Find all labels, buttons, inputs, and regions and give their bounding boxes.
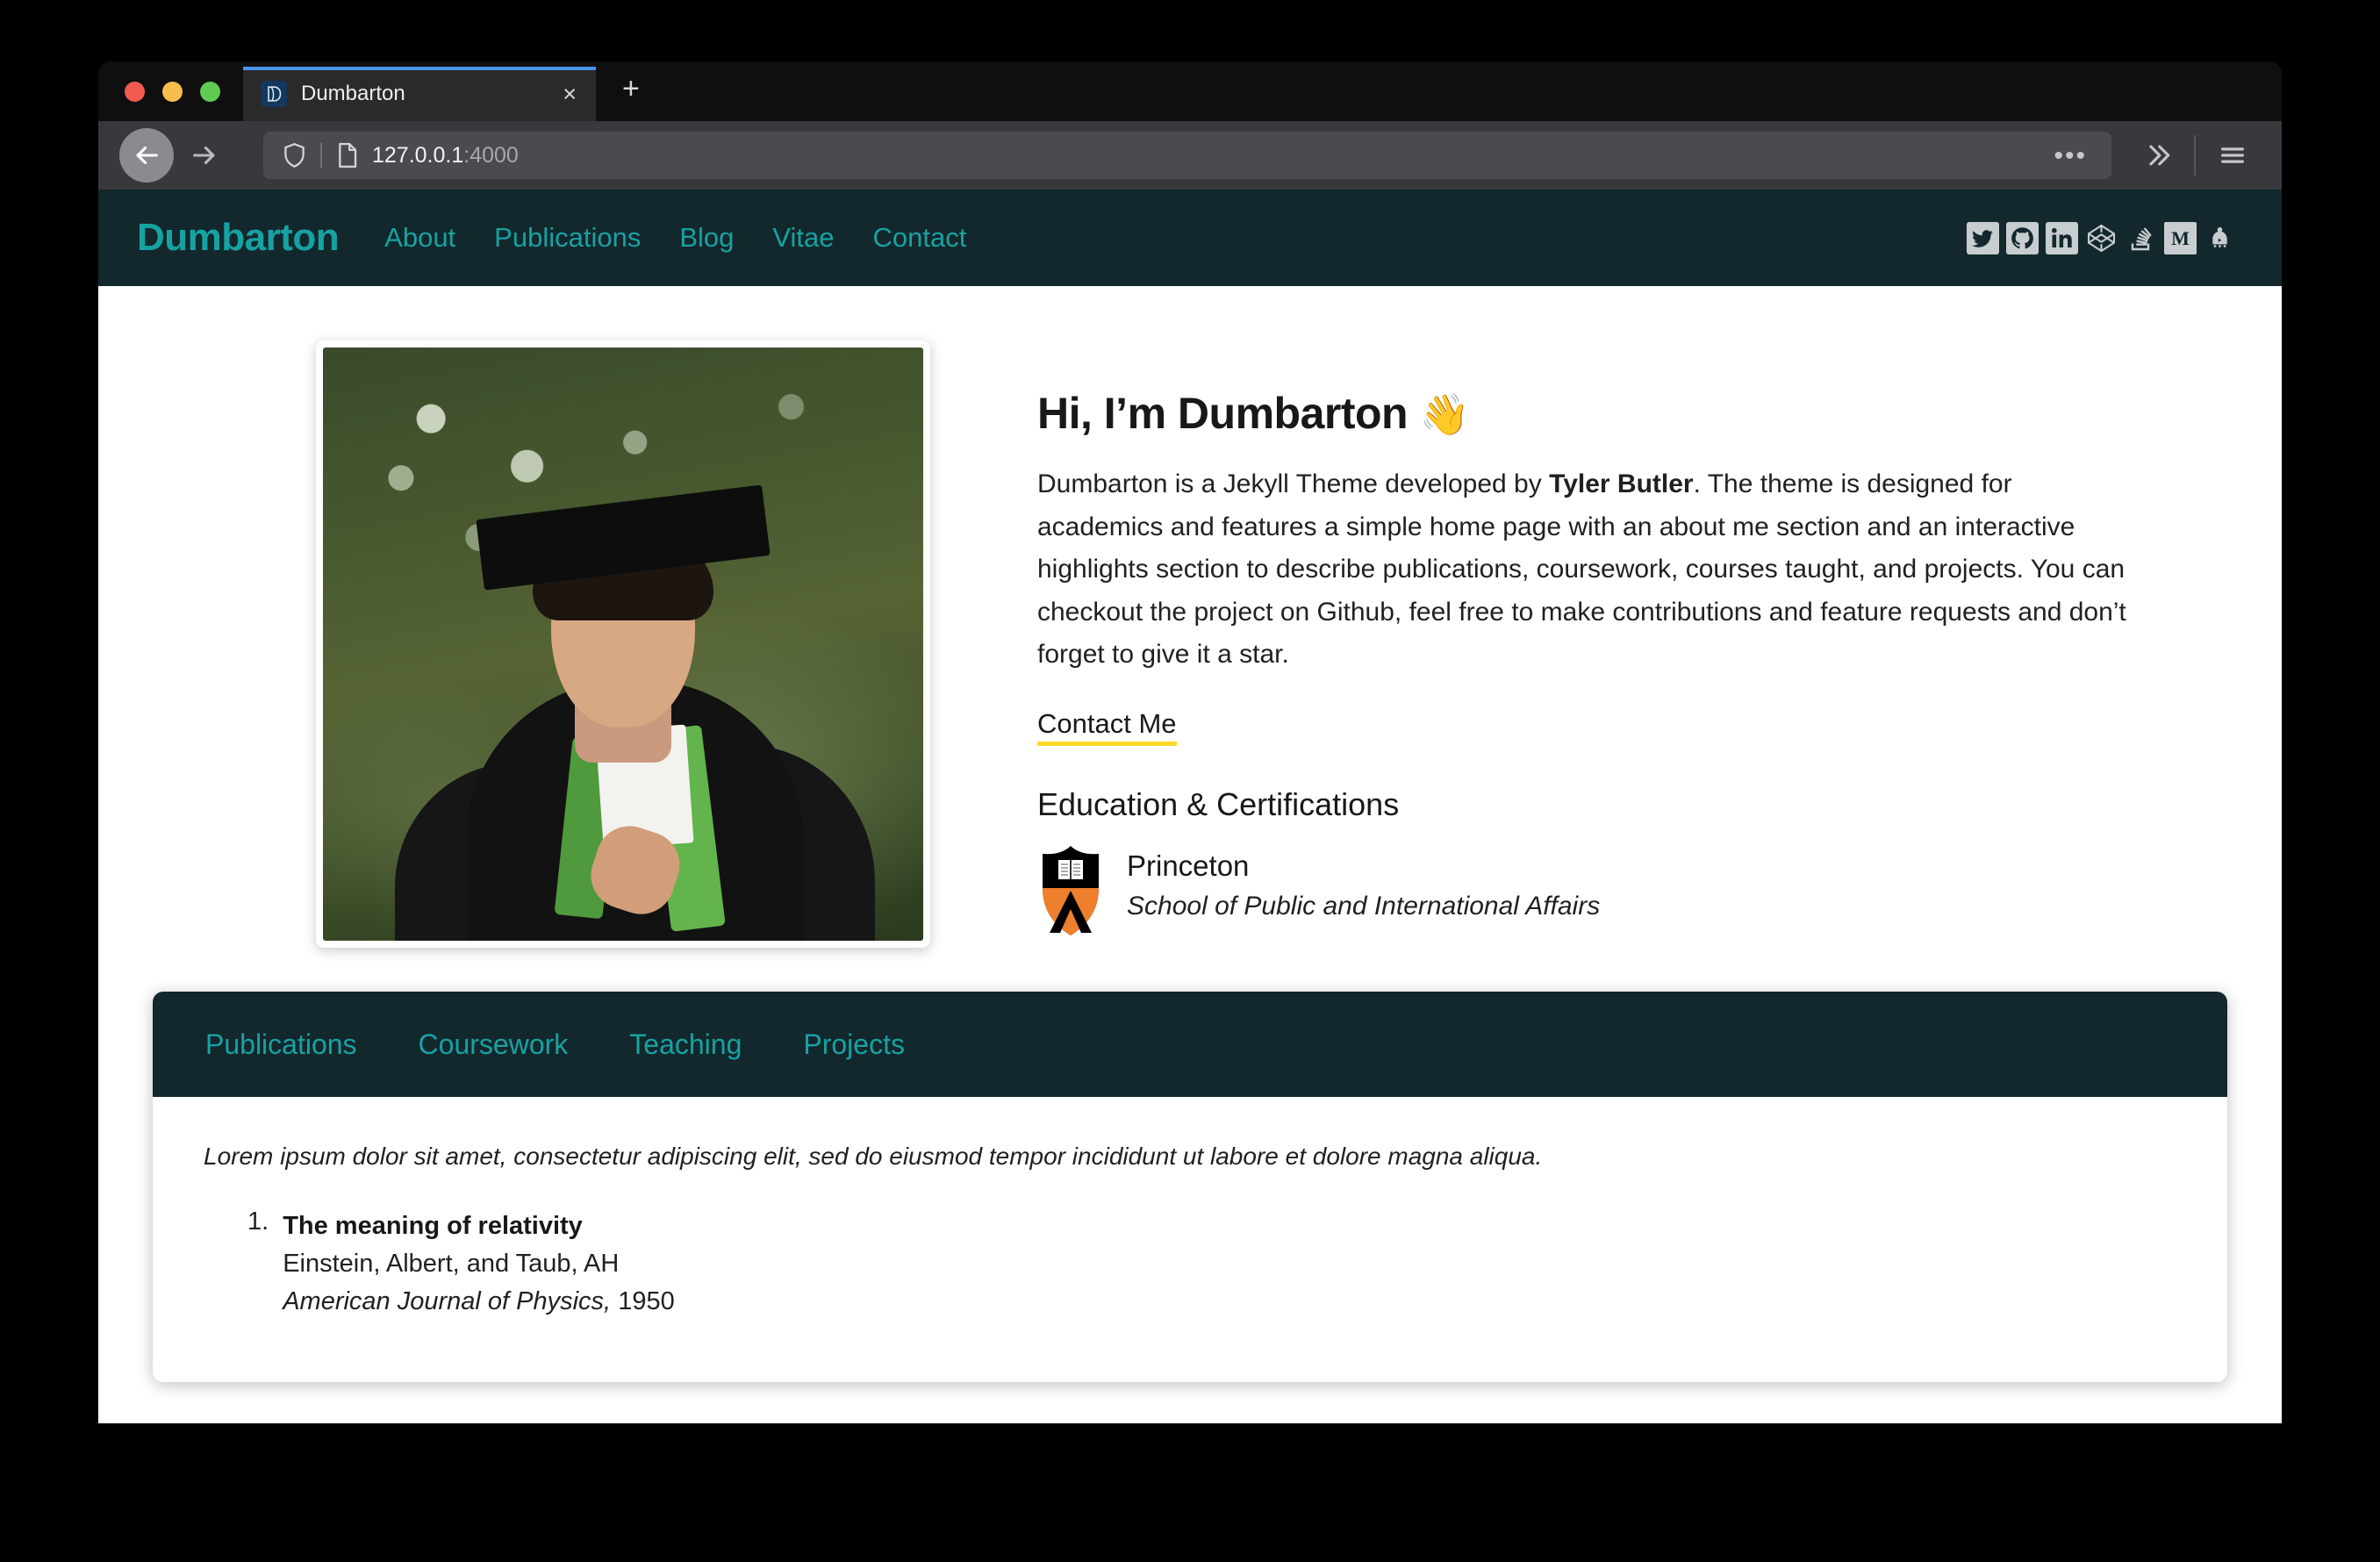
- hero-title-text: Hi, I’m Dumbarton: [1037, 389, 1409, 438]
- forward-arrow-icon[interactable]: [177, 128, 232, 183]
- linkedin-icon[interactable]: [2046, 221, 2078, 254]
- extensions-overflow-icon[interactable]: [2131, 129, 2183, 182]
- author-name: Tyler Butler: [1549, 469, 1694, 498]
- medium-icon[interactable]: M: [2164, 221, 2197, 254]
- new-tab-button[interactable]: +: [596, 74, 659, 121]
- profile-photo-frame: [316, 340, 930, 948]
- nav-link-publications[interactable]: Publications: [494, 222, 641, 254]
- toolbar-divider: [2194, 135, 2196, 176]
- nav-link-vitae[interactable]: Vitae: [772, 222, 834, 254]
- browser-tab-strip: Dumbarton × +: [98, 61, 2282, 121]
- page-info-icon[interactable]: [336, 142, 358, 168]
- github-icon[interactable]: [2006, 221, 2039, 254]
- twitter-icon[interactable]: [1967, 221, 1999, 254]
- contact-me-link[interactable]: Contact Me: [1037, 708, 1177, 746]
- hero-text: Hi, I’m Dumbarton 👋 Dumbarton is a Jekyl…: [930, 340, 2141, 939]
- tab-title: Dumbarton: [301, 82, 405, 105]
- publication-title: The meaning of relativity: [283, 1212, 583, 1240]
- education-heading: Education & Certifications: [1037, 785, 1400, 822]
- site-nav: About Publications Blog Vitae Contact: [384, 222, 966, 254]
- highlights-tab-bar: Publications Coursework Teaching Project…: [153, 992, 2227, 1097]
- url-port: :4000: [463, 142, 519, 168]
- publication-year: 1950: [618, 1286, 675, 1315]
- tracking-protection-shield-icon[interactable]: [283, 142, 306, 168]
- browser-tab[interactable]: Dumbarton ×: [243, 67, 596, 121]
- publication-venue: American Journal of Physics, 1950: [283, 1287, 675, 1315]
- site-header: Dumbarton About Publications Blog Vitae …: [98, 190, 2282, 286]
- codepen-icon[interactable]: [2085, 222, 2118, 254]
- social-links: M: [1967, 221, 2236, 254]
- window-traffic-lights: [98, 82, 243, 121]
- tab-teaching[interactable]: Teaching: [608, 1014, 763, 1075]
- nav-link-contact[interactable]: Contact: [872, 222, 966, 254]
- hero-description: Dumbarton is a Jekyll Theme developed by…: [1037, 463, 2141, 677]
- waving-hand-icon: 👋: [1419, 391, 1470, 437]
- publication-number: 1.: [247, 1207, 269, 1236]
- browser-nav-toolbar: 127.0.0.1:4000 •••: [98, 121, 2282, 190]
- close-tab-button[interactable]: ×: [557, 82, 582, 106]
- dumbarton-logo-icon: [261, 81, 287, 107]
- page-title: Hi, I’m Dumbarton 👋: [1037, 388, 2141, 439]
- publication-journal: American Journal of Physics,: [283, 1286, 612, 1315]
- education-school-name: Princeton: [1127, 849, 1250, 882]
- publication-body: The meaning of relativity Einstein, Albe…: [283, 1207, 675, 1321]
- tab-coursework[interactable]: Coursework: [398, 1014, 590, 1075]
- url-host: 127.0.0.1: [372, 142, 464, 168]
- url-bar[interactable]: 127.0.0.1:4000 •••: [263, 132, 2111, 179]
- publication-list: 1. The meaning of relativity Einstein, A…: [204, 1207, 2176, 1321]
- panel-intro-text: Lorem ipsum dolor sit amet, consectetur …: [204, 1143, 1543, 1170]
- hamburger-menu-icon[interactable]: [2206, 129, 2259, 182]
- close-window-button[interactable]: [125, 82, 145, 102]
- back-arrow-icon[interactable]: [119, 128, 174, 183]
- education-info: Princeton School of Public and Internati…: [1127, 842, 1600, 921]
- princeton-shield-icon: [1037, 842, 1104, 939]
- devto-icon[interactable]: [2204, 222, 2236, 254]
- nav-link-blog[interactable]: Blog: [679, 222, 734, 254]
- site-brand[interactable]: Dumbarton: [137, 216, 340, 260]
- minimize-window-button[interactable]: [162, 82, 183, 102]
- stackoverflow-icon[interactable]: [2125, 222, 2157, 254]
- hero-section: Hi, I’m Dumbarton 👋 Dumbarton is a Jekyl…: [98, 286, 2282, 948]
- svg-text:M: M: [2171, 227, 2190, 249]
- highlights-panel: Lorem ipsum dolor sit amet, consectetur …: [153, 1097, 2227, 1382]
- page-viewport: Dumbarton About Publications Blog Vitae …: [98, 190, 2282, 1423]
- highlights-card: Publications Coursework Teaching Project…: [153, 992, 2227, 1382]
- tab-publications[interactable]: Publications: [184, 1014, 378, 1075]
- browser-window: Dumbarton × + 127.0.0.1:4000 ••• Dumbart…: [98, 61, 2282, 1423]
- hero-body-part1: Dumbarton is a Jekyll Theme developed by: [1037, 469, 1550, 498]
- publication-authors: Einstein, Albert, and Taub, AH: [283, 1249, 620, 1278]
- url-overflow-icon[interactable]: •••: [2045, 142, 2096, 168]
- maximize-window-button[interactable]: [200, 82, 220, 102]
- profile-photo: [323, 348, 923, 941]
- url-divider: [320, 143, 322, 168]
- education-entry: Princeton School of Public and Internati…: [1037, 842, 2141, 939]
- nav-link-about[interactable]: About: [384, 222, 455, 254]
- github-mention: Github: [1316, 597, 1394, 627]
- url-text[interactable]: 127.0.0.1:4000: [372, 143, 2045, 168]
- tab-projects[interactable]: Projects: [782, 1014, 926, 1075]
- list-item: 1. The meaning of relativity Einstein, A…: [247, 1207, 2176, 1321]
- education-department: School of Public and International Affai…: [1127, 891, 1601, 921]
